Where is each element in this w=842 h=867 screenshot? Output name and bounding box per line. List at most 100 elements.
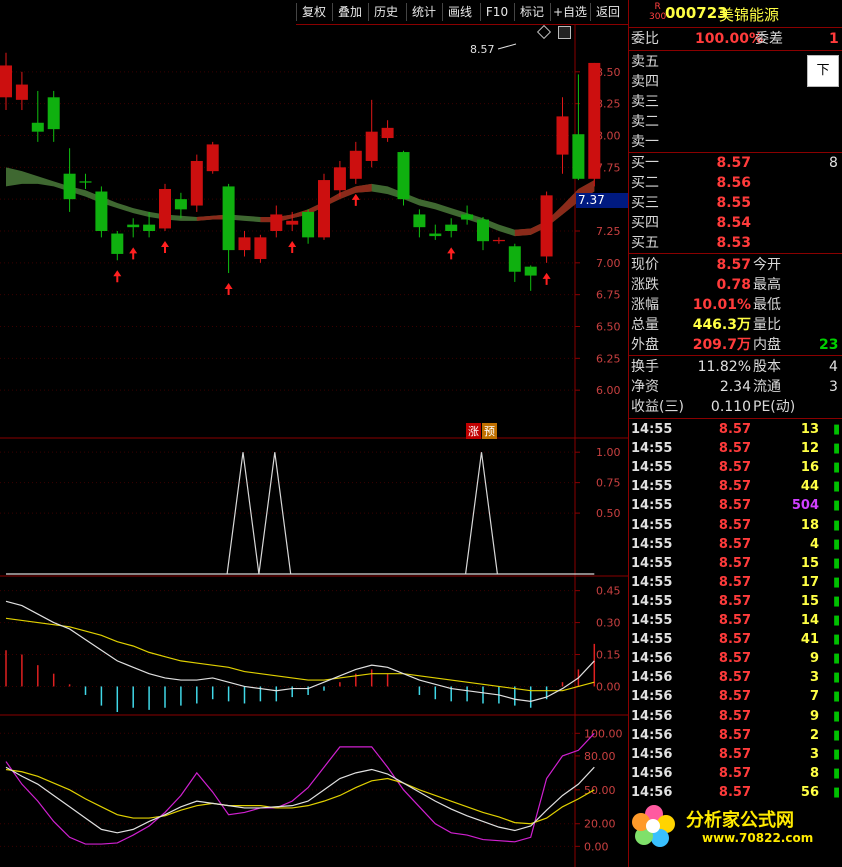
candle-body	[318, 180, 330, 238]
y-tick-label: 6.50	[596, 321, 621, 334]
tick-direction: ▮	[833, 689, 841, 705]
tick-price: 8.57	[718, 689, 751, 705]
candle-body	[95, 191, 108, 231]
buy-label: 买一	[631, 155, 659, 171]
forecast-marker: 预	[482, 423, 497, 439]
buy-arrow-icon	[129, 247, 138, 260]
stat2-label: 换手	[631, 359, 659, 375]
stat-value: 8.57	[716, 257, 751, 273]
chart-area[interactable]: 8.508.258.007.757.507.257.006.756.506.25…	[0, 0, 628, 867]
stat2-value: 2.34	[719, 379, 751, 395]
stat2-label: 净资	[631, 379, 659, 395]
tick-volume: 4	[809, 536, 819, 552]
candle-body	[15, 84, 28, 100]
stat-value: 446.3万	[692, 317, 751, 333]
stat-label-2: 最低	[753, 297, 781, 313]
tick-volume: 3	[809, 670, 819, 686]
candle-body	[111, 233, 124, 254]
stat-label: 涨跌	[631, 277, 659, 293]
candle-body	[63, 173, 76, 200]
candle-body	[349, 150, 362, 179]
tick-volume: 8	[809, 765, 819, 781]
candle-body	[413, 214, 426, 228]
candle-body	[333, 167, 346, 191]
buy-arrow-icon	[447, 247, 456, 260]
candle-body	[190, 160, 203, 206]
y-tick-label: 0.75	[596, 477, 621, 490]
tick-price: 8.57	[718, 422, 751, 437]
tick-volume: 504	[791, 498, 819, 514]
tick-direction: ▮	[833, 651, 841, 667]
stat2-label-2: PE(动)	[753, 399, 796, 415]
y-tick-label: 6.00	[596, 384, 621, 397]
buy-row[interactable]: 买一 8.57 8	[631, 153, 841, 173]
y-tick-label: 0.30	[596, 617, 621, 630]
tick-direction: ▮	[833, 441, 841, 457]
candle-body	[254, 237, 267, 260]
y-tick-label: 0.50	[596, 507, 621, 520]
candle-body	[206, 144, 219, 172]
tick-volume: 2	[809, 727, 819, 743]
tick-row: 14:55 8.57 4 ▮	[631, 535, 841, 554]
stat-label-2: 最高	[753, 277, 781, 293]
popup-button[interactable]: 下	[807, 55, 839, 87]
tick-row: 14:55 8.57 16 ▮	[631, 458, 841, 477]
tick-direction: ▮	[833, 727, 841, 743]
stat-value: 209.7万	[692, 337, 751, 353]
tick-row: 14:56 8.57 56 ▮	[631, 783, 841, 802]
buy-row[interactable]: 买四 8.54	[631, 213, 841, 233]
y-tick-label: 0.00	[596, 680, 621, 693]
candle-body	[429, 233, 442, 237]
tick-row: 14:55 8.57 15 ▮	[631, 592, 841, 611]
tick-time: 14:55	[631, 555, 673, 571]
buy-price: 8.54	[716, 215, 751, 231]
tick-price: 8.57	[718, 632, 751, 648]
tick-volume: 14	[800, 613, 819, 628]
candle-body	[381, 127, 394, 139]
window-toggle-icon[interactable]	[558, 26, 571, 39]
tick-row: 14:56 8.57 7 ▮	[631, 687, 841, 706]
buy-price: 8.53	[716, 235, 751, 251]
sell-label: 卖四	[631, 74, 659, 90]
tick-direction: ▮	[833, 479, 841, 495]
candle-body	[79, 181, 92, 183]
tick-volume: 17	[800, 574, 819, 590]
kdj-k-line	[5, 766, 595, 834]
current-price-tag: 7.37	[576, 193, 630, 208]
stat-label-2: 内盘	[753, 337, 781, 353]
buy-price: 8.55	[716, 195, 751, 211]
watermark: 分析家公式网 www.70822.com	[632, 802, 840, 850]
tick-price: 8.57	[718, 498, 751, 514]
tick-direction: ▮	[833, 574, 841, 590]
tick-direction: ▮	[833, 498, 841, 514]
stat-row: 外盘 209.7万 内盘 23	[631, 335, 841, 355]
signal-spike	[226, 452, 260, 575]
tick-direction: ▮	[833, 517, 841, 533]
buy-arrow-icon	[113, 270, 122, 283]
candle-body	[365, 131, 378, 161]
candle-body	[238, 237, 251, 251]
sell-label: 卖三	[631, 94, 659, 110]
candle-body	[572, 134, 585, 179]
stat2-label-2: 股本	[753, 359, 781, 375]
tick-direction: ▮	[833, 613, 841, 628]
candle-body	[524, 266, 537, 276]
weibi-row: 委比 100.00% 委差 1	[631, 29, 841, 49]
tick-volume: 15	[800, 593, 819, 609]
buy-row[interactable]: 买二 8.56	[631, 173, 841, 193]
stat-label: 外盘	[631, 337, 659, 353]
buy-row[interactable]: 买五 8.53	[631, 233, 841, 253]
tick-time: 14:55	[631, 613, 673, 628]
tick-volume: 15	[800, 555, 819, 571]
candle-body	[143, 224, 156, 231]
stat2-row: 净资 2.34 流通 3	[631, 377, 841, 397]
buy-row[interactable]: 买三 8.55	[631, 193, 841, 213]
candle-body	[286, 220, 299, 225]
candle-body	[492, 239, 505, 242]
y-tick-label: 6.75	[596, 289, 621, 302]
tick-time: 14:55	[631, 517, 673, 533]
candle-body	[588, 62, 601, 179]
tick-time: 14:56	[631, 670, 673, 686]
candle-body	[127, 224, 140, 228]
candle-body	[445, 224, 458, 231]
